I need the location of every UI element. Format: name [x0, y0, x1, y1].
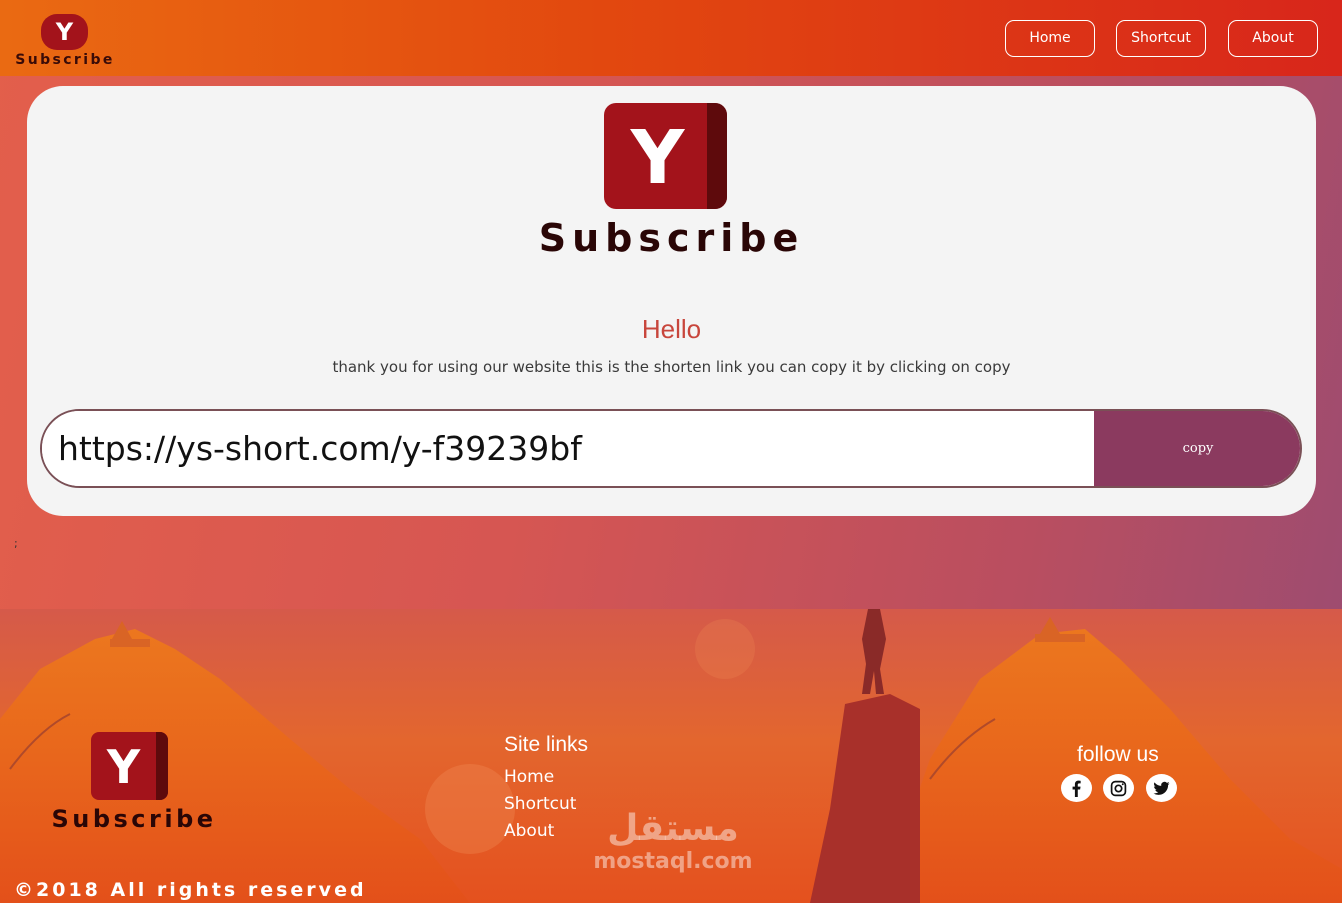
watermark-arabic: مستقل: [607, 808, 739, 849]
footer-link-shortcut[interactable]: Shortcut: [504, 794, 576, 814]
nav-about-button[interactable]: About: [1228, 20, 1318, 57]
main-logo-icon: Y: [604, 103, 727, 209]
footer-logo-shade: [156, 732, 168, 800]
twitter-icon[interactable]: [1146, 774, 1177, 802]
footer-brand-name: Subscribe: [51, 805, 217, 833]
copy-button[interactable]: copy: [1094, 411, 1300, 486]
brand-logo[interactable]: Y Subscribe: [12, 12, 118, 70]
facebook-icon[interactable]: [1061, 774, 1092, 802]
stray-text: ;: [14, 537, 18, 550]
nav-home-button[interactable]: Home: [1005, 20, 1095, 57]
greeting-heading: Hello: [641, 314, 702, 344]
brand-name: Subscribe: [15, 52, 115, 68]
result-card: Y Subscribe Hello thank you for using ou…: [27, 86, 1316, 516]
header: Y Subscribe Home Shortcut About: [0, 0, 1342, 76]
main-logo-letter: Y: [630, 115, 685, 201]
nav-shortcut-button[interactable]: Shortcut: [1116, 20, 1206, 57]
footer: Y Subscribe ©2018 All rights reserved Si…: [0, 609, 1342, 903]
footer-logo-letter: Y: [106, 740, 141, 794]
copyright-text: ©2018 All rights reserved: [14, 879, 367, 901]
footer-link-about[interactable]: About: [504, 821, 554, 841]
mostaql-watermark: مستقل mostaql.com: [588, 808, 758, 875]
site-links-heading: Site links: [504, 733, 589, 756]
follow-us-heading: follow us: [1077, 743, 1159, 766]
thank-you-message: thank you for using our website this is …: [332, 358, 1011, 376]
short-link-box: copy: [40, 409, 1302, 488]
logo-icon: Y: [41, 14, 88, 50]
footer-link-home[interactable]: Home: [504, 767, 554, 787]
footer-logo-icon: Y: [91, 732, 168, 800]
main-brand-name: Subscribe: [538, 216, 805, 260]
instagram-icon[interactable]: [1103, 774, 1134, 802]
short-link-field[interactable]: [42, 411, 1094, 486]
watermark-domain: mostaql.com: [593, 849, 753, 874]
